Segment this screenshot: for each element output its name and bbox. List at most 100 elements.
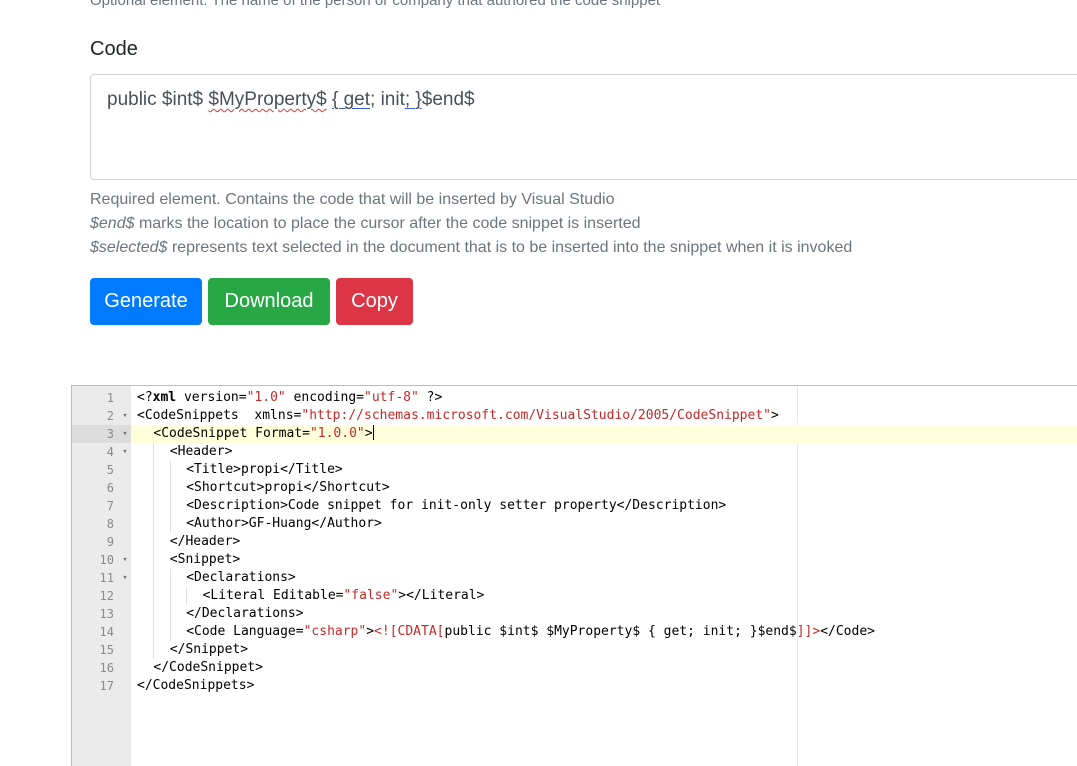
indent-guide <box>153 569 155 587</box>
code-token: <CodeSnippets xmlns= <box>137 408 302 423</box>
string-token: "utf-8" <box>364 390 419 405</box>
editor-line[interactable]: 5 <Title>propi</Title> <box>72 461 1077 479</box>
code-textarea[interactable]: public $int$ $MyProperty$ { get; init; }… <box>90 74 1077 180</box>
code-part-init: ; init <box>370 89 405 110</box>
line-code: <Description>Code snippet for init-only … <box>186 497 726 515</box>
text-cursor <box>372 425 374 440</box>
editor-line[interactable]: 17 </CodeSnippets> <box>72 677 1077 695</box>
editor-line[interactable]: 15 </Snippet> <box>72 641 1077 659</box>
editor-line[interactable]: 1 <?xml version="1.0" encoding="utf-8" ?> <box>72 389 1077 407</box>
indent-guide <box>153 515 155 533</box>
indent-guide <box>153 605 155 623</box>
code-help-text: Required element. Contains the code that… <box>90 188 852 260</box>
line-number: 6 <box>106 481 114 495</box>
code-token: <CodeSnippet Format= <box>153 426 310 441</box>
string-token: "http://schemas.microsoft.com/VisualStud… <box>301 408 771 423</box>
string-token: "1.0" <box>246 390 286 405</box>
line-code: <Title>propi</Title> <box>186 461 343 479</box>
line-code: </Declarations> <box>186 605 303 623</box>
line-code: <Shortcut>propi</Shortcut> <box>186 479 390 497</box>
code-part-get: { get <box>331 89 371 110</box>
code-token: <Declarations> <box>186 570 296 585</box>
line-code: <Author>GF-Huang</Author> <box>186 515 382 533</box>
code-token: <Header> <box>169 444 233 459</box>
line-number: 8 <box>106 517 114 531</box>
editor-line[interactable]: 11 ▾ <Declarations> <box>72 569 1077 587</box>
line-code: <Header> <box>170 443 233 461</box>
code-token: </Code> <box>820 624 875 639</box>
indent-guide <box>153 641 155 659</box>
string-token: ]]> <box>796 624 821 639</box>
editor-line[interactable]: 3 ▾ <CodeSnippet Format="1.0.0"> <box>72 425 1077 443</box>
indent-guide <box>153 623 155 641</box>
editor-line[interactable]: 7 <Description>Code snippet for init-only… <box>72 497 1077 515</box>
code-token: ></Literal> <box>398 588 485 603</box>
indent-guide <box>169 623 171 641</box>
help-line-end: $end$ marks the location to place the cu… <box>90 212 852 236</box>
fold-toggle-icon[interactable]: ▾ <box>120 425 130 443</box>
code-part-property: $MyProperty$ <box>208 89 327 110</box>
line-code: <Declarations> <box>186 569 296 587</box>
indent-guide <box>153 551 155 569</box>
code-textarea-value: public $int$ $MyProperty$ { get; init; }… <box>107 89 475 111</box>
line-code: <Literal Editable="false"></Literal> <box>203 587 485 605</box>
line-number: 5 <box>106 463 114 477</box>
download-button[interactable]: Download <box>208 278 330 325</box>
editor-line[interactable]: 13 </Declarations> <box>72 605 1077 623</box>
code-part-end: $end$ <box>421 89 475 110</box>
fold-toggle-icon[interactable]: ▾ <box>120 407 130 425</box>
editor-line[interactable]: 16 </CodeSnippet> <box>72 659 1077 677</box>
editor-line[interactable]: 10 ▾ <Snippet> <box>72 551 1077 569</box>
editor-line[interactable]: 8 <Author>GF-Huang</Author> <box>72 515 1077 533</box>
editor-line[interactable]: 9 </Header> <box>72 533 1077 551</box>
string-token: "false" <box>343 588 399 603</box>
line-code: </Header> <box>170 533 240 551</box>
editor-line[interactable]: 14 <Code Language="csharp"><![CDATA[publi… <box>72 623 1077 641</box>
help-em: $end$ <box>90 215 135 232</box>
code-token: <Description>Code snippet for init-only … <box>186 498 727 513</box>
line-code: <Code Language="csharp"><![CDATA[public … <box>186 623 875 641</box>
code-token: version= <box>176 390 247 405</box>
code-token: <Title>propi</Title> <box>186 462 343 477</box>
indent-guide <box>169 479 171 497</box>
editor-line[interactable]: 2 ▾ <CodeSnippets xmlns="http://schemas.mi… <box>72 407 1077 425</box>
code-part-type: public $int$ <box>107 89 209 110</box>
help-text: Required element. Contains the code that… <box>90 191 615 208</box>
line-number: 9 <box>106 535 114 549</box>
line-number: 7 <box>106 499 114 513</box>
indent-guide <box>169 461 171 479</box>
editor-line[interactable]: 6 <Shortcut>propi</Shortcut> <box>72 479 1077 497</box>
indent-guide <box>186 587 188 605</box>
code-token: <Code Language= <box>186 624 304 639</box>
code-token: <? <box>137 390 153 405</box>
code-token: </Declarations> <box>186 606 304 621</box>
help-em: $selected$ <box>90 239 168 256</box>
line-number: 17 <box>99 679 114 693</box>
indent-guide <box>169 497 171 515</box>
line-code: <CodeSnippets xmlns="http://schemas.micr… <box>137 407 779 425</box>
indent-guide <box>169 515 171 533</box>
fold-toggle-icon[interactable]: ▾ <box>120 551 130 569</box>
code-token: <Snippet> <box>169 552 241 567</box>
copy-button[interactable]: Copy <box>336 278 413 325</box>
fold-toggle-icon[interactable]: ▾ <box>120 443 130 461</box>
xml-output-editor[interactable]: 1 <?xml version="1.0" encoding="utf-8" ?>… <box>71 385 1077 766</box>
code-token: xml <box>152 390 177 405</box>
editor-line[interactable]: 12 <Literal Editable="false"></Literal> <box>72 587 1077 605</box>
fold-toggle-icon[interactable]: ▾ <box>120 569 130 587</box>
code-token: <Shortcut>propi</Shortcut> <box>186 480 390 495</box>
code-token: > <box>366 624 375 639</box>
indent-guide <box>153 533 155 551</box>
help-line-required: Required element. Contains the code that… <box>90 188 852 212</box>
line-code: </Snippet> <box>170 641 248 659</box>
code-token: </CodeSnippets> <box>137 678 255 693</box>
generate-button[interactable]: Generate <box>90 278 202 325</box>
code-token: ?> <box>418 390 443 405</box>
editor-line[interactable]: 4 ▾ <Header> <box>72 443 1077 461</box>
code-token: > <box>364 426 373 441</box>
code-token: </Header> <box>169 534 241 549</box>
indent-guide <box>153 587 155 605</box>
code-token: > <box>770 408 779 423</box>
string-token: <![CDATA[ <box>374 624 445 639</box>
help-text: represents text selected in the document… <box>167 239 853 256</box>
